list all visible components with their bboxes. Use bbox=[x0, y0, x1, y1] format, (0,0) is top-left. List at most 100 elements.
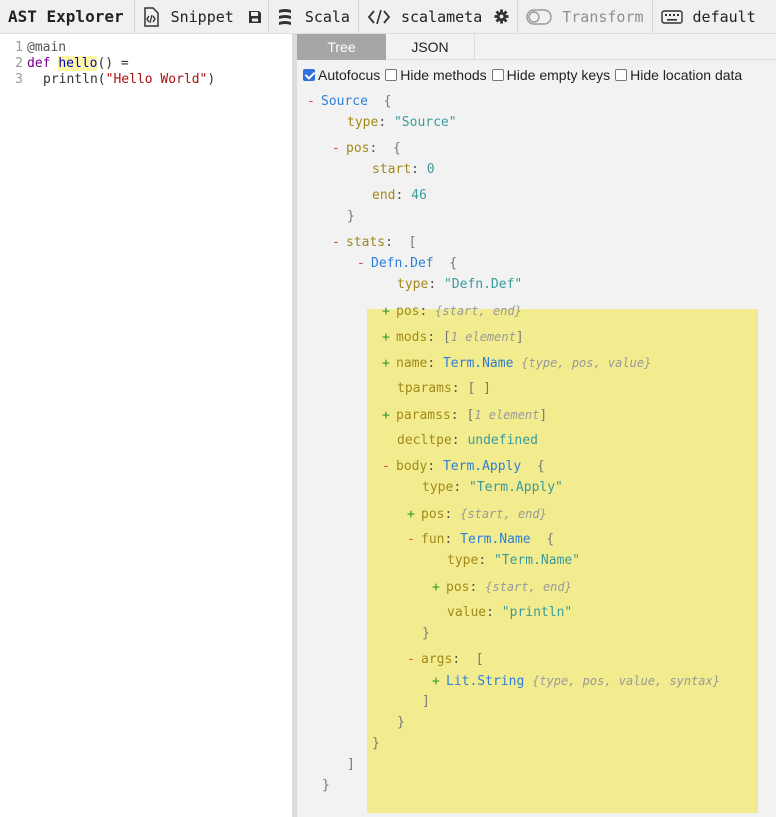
keymap-select[interactable]: default bbox=[653, 0, 764, 33]
tree-node-defn-def[interactable]: - Defn.Def { bbox=[357, 255, 457, 273]
string-token: "Hello World" bbox=[105, 72, 208, 87]
hide-empty-keys-option[interactable]: Hide empty keys bbox=[491, 67, 610, 83]
node-type-name: Defn.Def bbox=[371, 256, 434, 271]
tree-prop-pos[interactable]: + pos: {start, end} bbox=[382, 302, 522, 320]
prop-key: args bbox=[421, 652, 453, 667]
snippet-menu[interactable]: Snippet bbox=[135, 0, 242, 33]
prop-key: paramss bbox=[396, 408, 451, 423]
tree-prop-pos[interactable]: + pos: {start, end} bbox=[432, 578, 572, 596]
collapse-toggle[interactable]: - bbox=[357, 255, 371, 273]
parser-settings-button[interactable] bbox=[490, 0, 517, 33]
prop-key: decltpe bbox=[397, 433, 452, 448]
tree-prop-args[interactable]: - args: [ bbox=[407, 651, 484, 669]
close-brace: } bbox=[322, 778, 330, 793]
save-button[interactable] bbox=[242, 0, 268, 33]
node-type-name: Term.Name bbox=[460, 532, 531, 547]
prop-key: type bbox=[422, 480, 454, 495]
autofocus-option[interactable]: Autofocus bbox=[303, 67, 380, 83]
close-bracket: ] bbox=[422, 694, 430, 709]
prop-summary: {type, pos, value} bbox=[521, 356, 652, 370]
gear-icon bbox=[494, 9, 509, 24]
prop-key: pos bbox=[346, 141, 370, 156]
save-icon bbox=[248, 10, 262, 24]
close-brace: } bbox=[422, 626, 430, 641]
expand-toggle[interactable]: + bbox=[382, 355, 396, 373]
expand-toggle[interactable]: + bbox=[432, 673, 446, 691]
option-label: Autofocus bbox=[318, 67, 381, 83]
prop-value: [ ] bbox=[467, 381, 491, 396]
close-brace: } bbox=[397, 715, 405, 730]
file-code-icon bbox=[143, 6, 159, 27]
code-token: ) bbox=[207, 72, 216, 87]
language-label: Scala bbox=[304, 7, 350, 26]
output-tabs: Tree JSON bbox=[297, 34, 776, 60]
scala-icon bbox=[277, 7, 293, 27]
collapse-toggle[interactable]: - bbox=[332, 140, 346, 158]
transform-toggle[interactable]: Transform bbox=[518, 0, 651, 33]
def-name-token: hello bbox=[58, 56, 98, 71]
tree-prop-paramss[interactable]: + paramss: [1 element] bbox=[382, 406, 547, 424]
prop-summary: {start, end} bbox=[460, 507, 547, 521]
tree-node-lit-string[interactable]: + Lit.String {type, pos, value, syntax} bbox=[432, 672, 720, 690]
hide-location-option[interactable]: Hide location data bbox=[615, 67, 742, 83]
prop-value: 46 bbox=[411, 188, 427, 203]
hide-methods-checkbox[interactable] bbox=[385, 69, 398, 81]
tab-tree[interactable]: Tree bbox=[297, 34, 386, 60]
collapse-toggle[interactable]: - bbox=[407, 531, 421, 549]
code-line: 1 @main bbox=[0, 40, 292, 56]
tree-prop-type: type: "Term.Name" bbox=[447, 553, 581, 568]
tree-prop-type: type: "Defn.Def" bbox=[397, 277, 523, 292]
toggle-off-icon bbox=[526, 8, 552, 25]
prop-key: pos bbox=[446, 580, 470, 595]
annotation-token: @main bbox=[27, 40, 67, 55]
tree-prop-type: type: "Term.Apply" bbox=[422, 480, 563, 495]
collapse-toggle[interactable]: - bbox=[307, 93, 321, 111]
parser-label: scalameta bbox=[400, 7, 483, 26]
toolbar: AST Explorer Snippet Scala scalameta Tra… bbox=[0, 0, 776, 34]
hide-location-checkbox[interactable] bbox=[615, 69, 628, 81]
prop-summary: {start, end} bbox=[485, 580, 572, 594]
option-label: Hide location data bbox=[630, 67, 743, 83]
hide-empty-keys-checkbox[interactable] bbox=[491, 69, 504, 81]
expand-toggle[interactable]: + bbox=[432, 579, 446, 597]
tree-prop-name[interactable]: + name: Term.Name {type, pos, value} bbox=[382, 354, 651, 372]
expand-toggle[interactable]: + bbox=[382, 303, 396, 321]
transform-label: Transform bbox=[562, 7, 644, 26]
tree-prop-value: value: "println" bbox=[447, 605, 573, 620]
collapse-toggle[interactable]: - bbox=[332, 234, 346, 252]
prop-key: name bbox=[396, 356, 428, 371]
keyboard-icon bbox=[660, 9, 683, 24]
expand-toggle[interactable]: + bbox=[382, 329, 396, 347]
tree-prop-pos[interactable]: - pos: { bbox=[332, 140, 401, 158]
prop-key: type bbox=[397, 277, 429, 292]
collapse-toggle[interactable]: - bbox=[382, 458, 396, 476]
line-number: 3 bbox=[15, 72, 23, 87]
close-bracket: ] bbox=[347, 757, 355, 772]
tab-json[interactable]: JSON bbox=[386, 34, 475, 60]
app-title: AST Explorer bbox=[8, 7, 124, 26]
prop-value: 0 bbox=[426, 162, 435, 177]
tree-prop-body[interactable]: - body: Term.Apply { bbox=[382, 458, 545, 476]
expand-toggle[interactable]: + bbox=[382, 407, 396, 425]
prop-value: "Term.Apply" bbox=[468, 480, 563, 495]
autofocus-checkbox[interactable] bbox=[303, 69, 315, 81]
language-select[interactable]: Scala bbox=[269, 0, 358, 33]
code-token: () = bbox=[97, 56, 129, 71]
prop-key: type bbox=[347, 115, 379, 130]
expand-toggle[interactable]: + bbox=[407, 506, 421, 524]
prop-summary: 1 element bbox=[474, 408, 540, 422]
tree-prop-mods[interactable]: + mods: [1 element] bbox=[382, 328, 524, 346]
close-brace: } bbox=[372, 736, 380, 751]
code-editor[interactable]: 1 @main 2 def hello() = 3 println("Hello… bbox=[0, 34, 292, 817]
tree-prop-tparams: tparams: [ ] bbox=[397, 381, 491, 396]
collapse-toggle[interactable]: - bbox=[407, 651, 421, 669]
tree-node-source[interactable]: - Source { bbox=[307, 93, 391, 111]
prop-key: type bbox=[447, 553, 479, 568]
tree-prop-fun[interactable]: - fun: Term.Name { bbox=[407, 531, 554, 549]
node-type-name: Source bbox=[321, 94, 368, 109]
tree-prop-pos[interactable]: + pos: {start, end} bbox=[407, 505, 547, 523]
prop-key: end bbox=[372, 188, 396, 203]
parser-select[interactable]: scalameta bbox=[359, 0, 490, 33]
tree-prop-stats[interactable]: - stats: [ bbox=[332, 234, 416, 252]
hide-methods-option[interactable]: Hide methods bbox=[385, 67, 487, 83]
